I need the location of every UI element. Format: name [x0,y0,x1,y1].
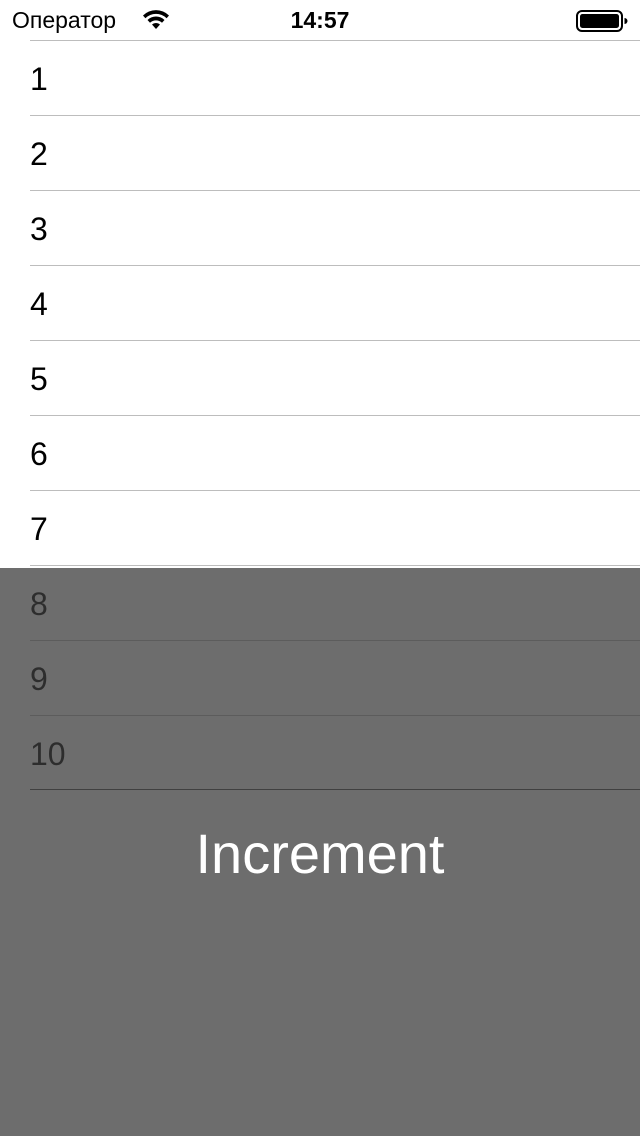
increment-button[interactable]: Increment [0,818,640,890]
list-item-label: 7 [30,511,48,547]
list-item-label: 1 [30,61,48,97]
app-screen: Оператор 14:57 1 2 3 4 5 6 7 8 9 10 Incr… [0,0,640,1136]
list-item-label: 5 [30,361,48,397]
list-item[interactable]: 7 [30,490,640,565]
list-item-label: 3 [30,211,48,247]
battery-full-icon [576,10,628,32]
list-item-label: 2 [30,136,48,172]
list-item[interactable]: 3 [30,190,640,265]
list-item[interactable]: 6 [30,415,640,490]
status-time: 14:57 [290,7,350,33]
list-item-label: 4 [30,286,48,322]
list-item-label: 6 [30,436,48,472]
list-item[interactable]: 4 [30,265,640,340]
list-item[interactable]: 1 [30,40,640,115]
list-item[interactable]: 2 [30,115,640,190]
list-item[interactable]: 5 [30,340,640,415]
status-bar: Оператор 14:57 [0,0,640,40]
